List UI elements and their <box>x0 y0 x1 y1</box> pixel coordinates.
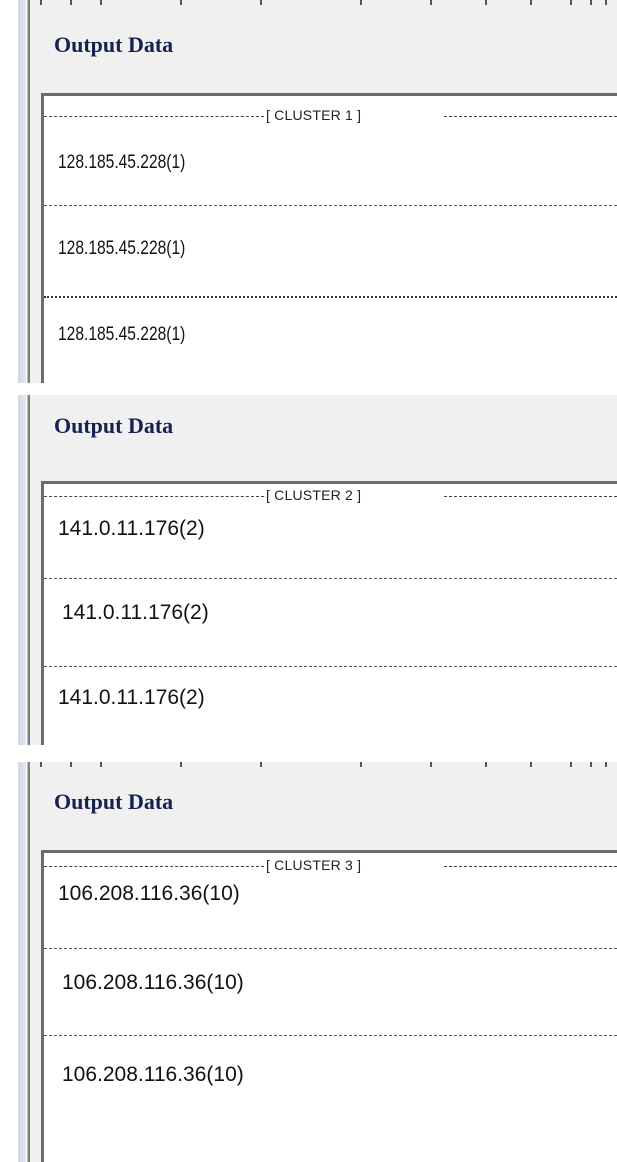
top-strip <box>30 762 617 768</box>
dash-separator <box>444 116 617 117</box>
output-panel-cluster-2: Output Data [ CLUSTER 2 ] 141.0.11.176(2… <box>0 395 617 745</box>
output-textarea[interactable]: [ CLUSTER 1 ] 128.185.45.228(1) 128.185.… <box>41 93 617 383</box>
window-edge <box>18 0 26 383</box>
ip-entry: 141.0.11.176(2) <box>62 601 209 624</box>
row-separator <box>44 296 617 299</box>
cluster-label: [ CLUSTER 2 ] <box>266 487 362 503</box>
top-strip <box>30 0 617 6</box>
output-textarea[interactable]: [ CLUSTER 3 ] 106.208.116.36(10) 106.208… <box>41 850 617 1162</box>
panel-title: Output Data <box>54 413 174 438</box>
ip-entry: 141.0.11.176(2) <box>58 517 205 540</box>
cluster-header: [ CLUSTER 3 ] <box>44 857 617 874</box>
output-window: Output Data [ CLUSTER 2 ] 141.0.11.176(2… <box>28 395 617 745</box>
ip-entry: 128.185.45.228(1) <box>58 238 186 259</box>
ip-entry: 141.0.11.176(2) <box>58 686 205 709</box>
cluster-header: [ CLUSTER 2 ] <box>44 487 617 504</box>
output-panel-cluster-1: Output Data [ CLUSTER 1 ] 128.185.45.228… <box>0 0 617 383</box>
dash-separator <box>44 866 264 867</box>
dash-separator <box>444 866 617 867</box>
dash-separator <box>444 496 617 497</box>
row-separator <box>44 948 617 950</box>
ip-entry: 106.208.116.36(10) <box>58 882 240 905</box>
cluster-header: [ CLUSTER 1 ] <box>44 107 617 124</box>
panel-title: Output Data <box>54 32 174 57</box>
output-window: Output Data [ CLUSTER 3 ] 106.208.116.36… <box>28 762 617 1162</box>
cluster-label: [ CLUSTER 1 ] <box>266 107 362 123</box>
output-window: Output Data [ CLUSTER 1 ] 128.185.45.228… <box>28 0 617 383</box>
dash-separator <box>44 496 264 497</box>
ip-entry: 106.208.116.36(10) <box>62 971 244 994</box>
dash-separator <box>44 116 264 117</box>
output-panel-cluster-3: Output Data [ CLUSTER 3 ] 106.208.116.36… <box>0 762 617 1162</box>
row-separator <box>44 666 617 668</box>
row-separator <box>44 205 617 207</box>
window-edge <box>18 762 26 1162</box>
row-separator <box>44 1035 617 1037</box>
panel-title: Output Data <box>54 789 174 814</box>
ip-entry: 128.185.45.228(1) <box>58 152 186 173</box>
row-separator <box>44 578 617 580</box>
cluster-label: [ CLUSTER 3 ] <box>266 857 362 873</box>
output-textarea[interactable]: [ CLUSTER 2 ] 141.0.11.176(2) 141.0.11.1… <box>41 481 617 745</box>
window-edge <box>18 395 26 745</box>
ip-entry: 106.208.116.36(10) <box>62 1063 244 1086</box>
ip-entry: 128.185.45.228(1) <box>58 324 186 345</box>
